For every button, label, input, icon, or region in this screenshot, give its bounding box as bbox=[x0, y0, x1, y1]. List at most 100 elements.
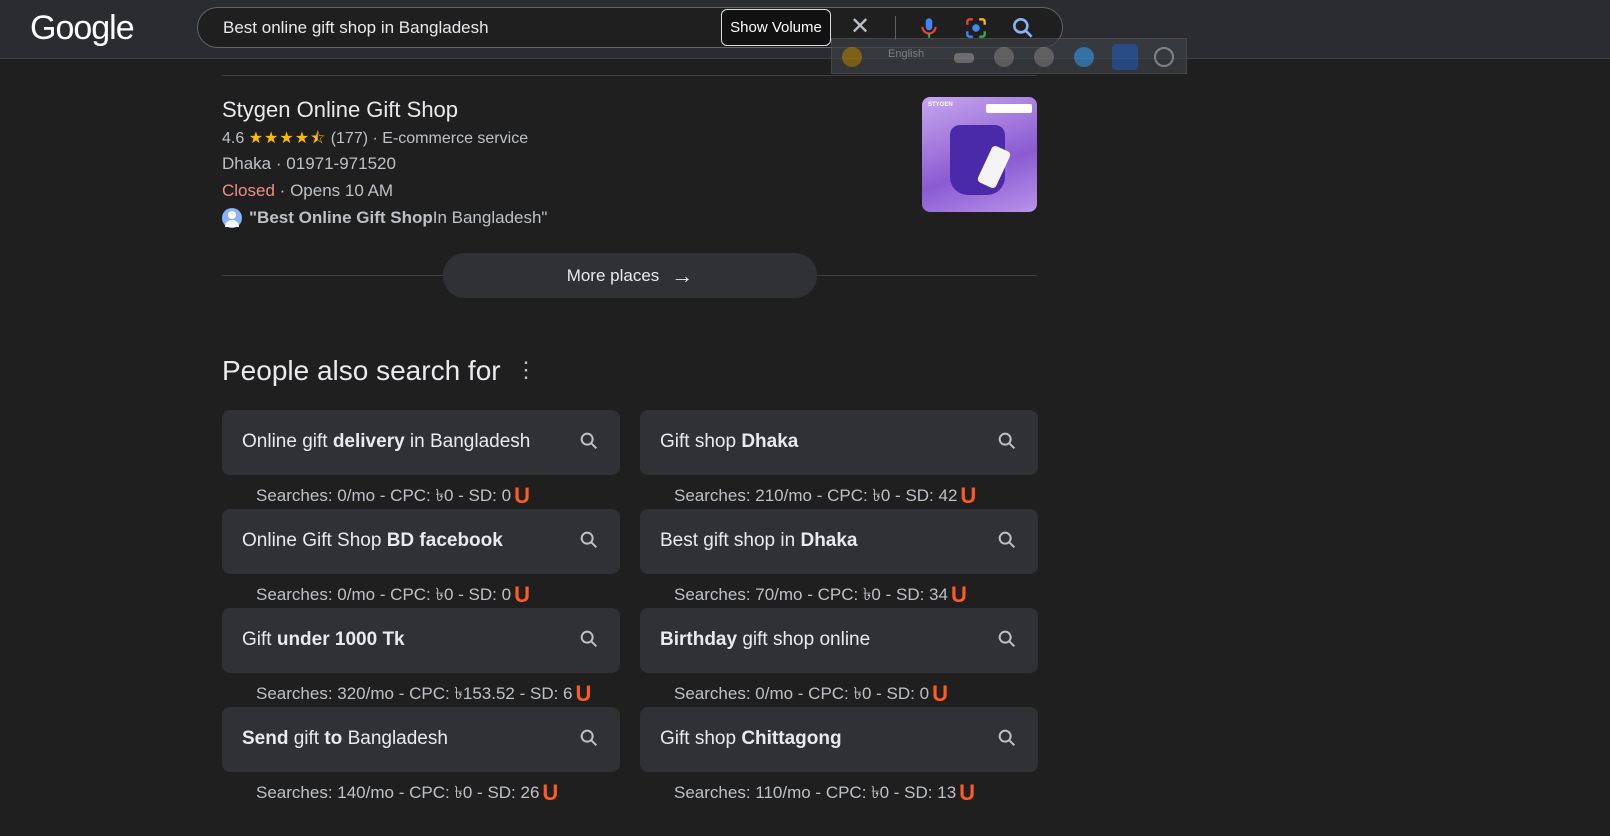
ubersuggest-badge-icon[interactable]: U bbox=[576, 681, 592, 706]
query-highlight: Dhaka bbox=[800, 530, 858, 551]
query-text: in Bangladesh bbox=[404, 431, 531, 452]
browser-icon[interactable] bbox=[1074, 47, 1094, 67]
search-icon bbox=[580, 531, 598, 549]
search-icon bbox=[998, 630, 1016, 648]
related-search-text: Gift shop Dhaka bbox=[660, 431, 798, 453]
place-hours: Closed · Opens 10 AM bbox=[222, 181, 393, 201]
more-options-icon[interactable]: ⋮ bbox=[515, 359, 537, 381]
keyword-stats-text: Searches: 210/mo - CPC: ৳0 - SD: 42 bbox=[674, 486, 958, 505]
query-text: Gift bbox=[242, 629, 277, 650]
keyword-stats: Searches: 0/mo - CPC: ৳0 - SD: 0U bbox=[256, 582, 530, 610]
review-text: In Bangladesh" bbox=[432, 208, 548, 227]
keyword-stats: Searches: 0/mo - CPC: ৳0 - SD: 0U bbox=[256, 483, 530, 511]
review-highlight: "Best Online Gift Shop bbox=[249, 208, 433, 227]
keyword-stats-text: Searches: 0/mo - CPC: ৳0 - SD: 0 bbox=[256, 486, 512, 505]
related-search-text: Birthday gift shop online bbox=[660, 629, 870, 651]
related-search-chip[interactable]: Send gift to Bangladesh bbox=[222, 707, 620, 772]
place-title[interactable]: Stygen Online Gift Shop bbox=[222, 97, 458, 123]
language-select[interactable]: English bbox=[888, 48, 924, 60]
info-icon[interactable] bbox=[1154, 47, 1174, 67]
query-text: Best gift shop in bbox=[660, 530, 801, 551]
review-count[interactable]: (177) bbox=[331, 130, 368, 147]
related-search-chip[interactable]: Birthday gift shop online bbox=[640, 608, 1038, 673]
related-search-chip[interactable]: Gift shop Chittagong bbox=[640, 707, 1038, 772]
place-category: E-commerce service bbox=[382, 130, 529, 147]
query-text: Gift shop bbox=[660, 728, 742, 749]
opening-time: Opens 10 AM bbox=[290, 181, 394, 200]
place-city: Dhaka bbox=[222, 154, 272, 173]
query-highlight: Dhaka bbox=[741, 431, 799, 452]
query-text: Online Gift Shop bbox=[242, 530, 387, 551]
search-input[interactable]: Best online gift shop in Bangladesh bbox=[223, 18, 489, 38]
keyword-stats: Searches: 0/mo - CPC: ৳0 - SD: 0U bbox=[674, 681, 948, 709]
query-highlight: Birthday bbox=[660, 629, 738, 650]
keyword-stats-text: Searches: 70/mo - CPC: ৳0 - SD: 34 bbox=[674, 585, 948, 604]
ubersuggest-badge-icon[interactable]: U bbox=[932, 681, 948, 706]
query-text: Online gift bbox=[242, 431, 333, 452]
arrow-right-icon: → bbox=[671, 262, 694, 288]
avatar-icon bbox=[222, 208, 242, 228]
related-search-chip[interactable]: Best gift shop in Dhaka bbox=[640, 509, 1038, 574]
related-search-chip[interactable]: Gift under 1000 Tk bbox=[222, 608, 620, 673]
google-logo[interactable]: Google bbox=[30, 9, 135, 48]
search-icon bbox=[580, 729, 598, 747]
close-icon[interactable]: ✕ bbox=[848, 15, 872, 40]
people-also-search-title: People also search for bbox=[222, 355, 501, 386]
separator: · bbox=[372, 130, 378, 147]
related-search-chip[interactable]: Online Gift Shop BD facebook bbox=[222, 509, 620, 574]
place-phone[interactable]: 01971-971520 bbox=[286, 154, 396, 173]
related-search-text: Online gift delivery in Bangladesh bbox=[242, 431, 530, 453]
keyword-stats-text: Searches: 110/mo - CPC: ৳0 - SD: 13 bbox=[674, 783, 957, 802]
query-highlight: Send bbox=[242, 728, 289, 749]
ubersuggest-badge-icon[interactable]: U bbox=[542, 780, 558, 805]
keyword-stats-text: Searches: 320/mo - CPC: ৳153.52 - SD: 6 bbox=[256, 684, 573, 703]
ubersuggest-badge-icon[interactable]: U bbox=[959, 780, 975, 805]
query-highlight: BD facebook bbox=[386, 530, 503, 551]
related-search-text: Gift shop Chittagong bbox=[660, 728, 842, 750]
help-icon[interactable] bbox=[1112, 44, 1138, 70]
related-search-chip[interactable]: Online gift delivery in Bangladesh bbox=[222, 410, 620, 475]
search-icon bbox=[998, 531, 1016, 549]
search-icon bbox=[998, 432, 1016, 450]
translator-toolbar: English bbox=[831, 38, 1187, 74]
price-tag bbox=[986, 104, 1032, 113]
star-rating-icon: ★★★★⯪ bbox=[248, 130, 327, 147]
bangla-icon[interactable] bbox=[842, 47, 862, 67]
keyword-stats: Searches: 320/mo - CPC: ৳153.52 - SD: 6U bbox=[256, 681, 591, 709]
related-search-chip[interactable]: Gift shop Dhaka bbox=[640, 410, 1038, 475]
gear-icon[interactable] bbox=[1034, 47, 1054, 67]
query-text: Bangladesh bbox=[342, 728, 448, 749]
query-text: Gift shop bbox=[660, 431, 742, 452]
separator: · bbox=[275, 154, 282, 173]
related-search-text: Online Gift Shop BD facebook bbox=[242, 530, 503, 552]
ubersuggest-badge-icon[interactable]: U bbox=[951, 582, 967, 607]
related-search-text: Best gift shop in Dhaka bbox=[660, 530, 858, 552]
query-highlight: Chittagong bbox=[741, 728, 842, 749]
place-address: Dhaka · 01971-971520 bbox=[222, 154, 396, 174]
query-text: gift shop online bbox=[737, 629, 871, 650]
keyword-stats-text: Searches: 0/mo - CPC: ৳0 - SD: 0 bbox=[256, 585, 512, 604]
search-icon bbox=[580, 432, 598, 450]
ubersuggest-badge-icon[interactable]: U bbox=[960, 483, 976, 508]
review-snippet: "Best Online Gift Shop In Bangladesh" bbox=[222, 208, 547, 228]
related-search-text: Send gift to Bangladesh bbox=[242, 728, 448, 750]
ubersuggest-badge-icon[interactable]: U bbox=[514, 582, 530, 607]
status-closed: Closed bbox=[222, 181, 275, 200]
keyword-stats: Searches: 210/mo - CPC: ৳0 - SD: 42 U bbox=[674, 483, 976, 511]
mouse-icon[interactable] bbox=[994, 47, 1014, 67]
query-text: gift bbox=[288, 728, 325, 749]
ubersuggest-badge-icon[interactable]: U bbox=[514, 483, 530, 508]
keyword-stats: Searches: 140/mo - CPC: ৳0 - SD: 26 U bbox=[256, 780, 558, 808]
keyword-stats: Searches: 110/mo - CPC: ৳0 - SD: 13 U bbox=[674, 780, 975, 808]
keyword-stats-text: Searches: 140/mo - CPC: ৳0 - SD: 26 bbox=[256, 783, 540, 802]
divider bbox=[895, 16, 896, 40]
more-places-button[interactable]: More places → bbox=[443, 253, 817, 298]
keyword-stats: Searches: 70/mo - CPC: ৳0 - SD: 34 U bbox=[674, 582, 967, 610]
keyboard-icon[interactable] bbox=[954, 53, 974, 63]
show-volume-button[interactable]: Show Volume bbox=[721, 9, 831, 46]
keyword-stats-text: Searches: 0/mo - CPC: ৳0 - SD: 0 bbox=[674, 684, 930, 703]
search-icon bbox=[998, 729, 1016, 747]
place-thumbnail[interactable]: STYGEN bbox=[922, 97, 1037, 212]
divider bbox=[222, 75, 1037, 76]
thumb-brand: STYGEN bbox=[928, 102, 953, 108]
